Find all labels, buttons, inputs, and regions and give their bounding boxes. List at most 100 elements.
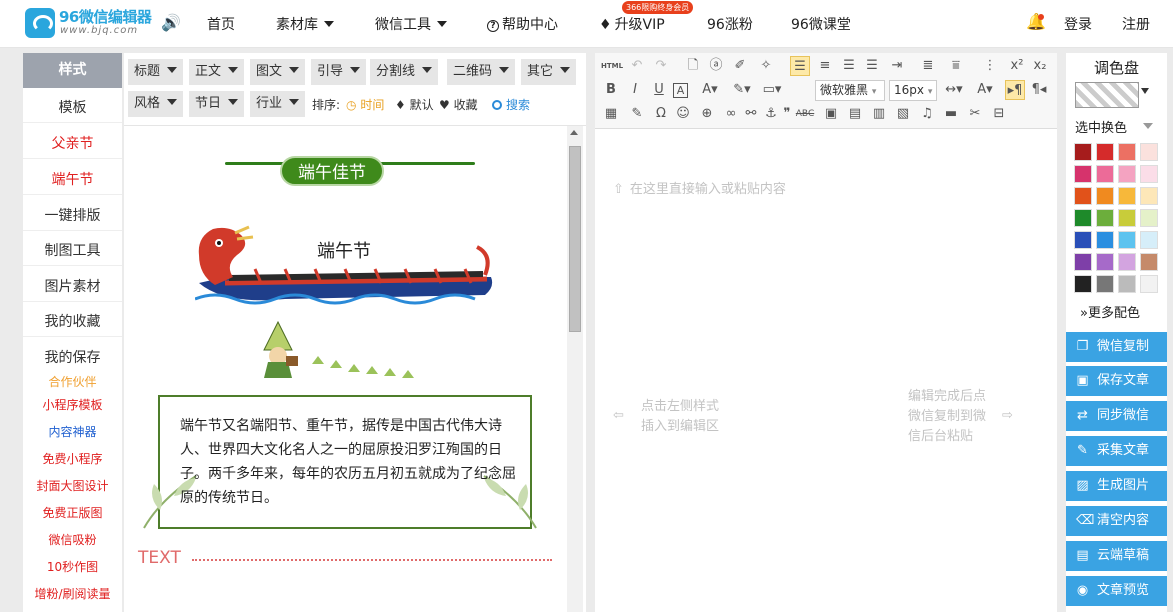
partner-link-cover-design[interactable]: 封面大图设计 [23,477,122,494]
align-center-icon[interactable]: ≡ [815,56,835,76]
filter-body[interactable]: 正文 [189,59,245,85]
color-swatch[interactable] [1118,209,1136,227]
partner-link-wechat-fans[interactable]: 微信吸粉 [23,531,122,548]
color-swatch[interactable] [1096,187,1114,205]
color-swatch[interactable] [1096,275,1114,293]
color-swatch[interactable] [1074,253,1092,271]
paragraph-spacing-icon[interactable]: ⩸ [946,56,966,76]
filter-other[interactable]: 其它 [521,59,577,85]
wechat-copy-button[interactable]: ❐ 微信复制 [1066,332,1167,362]
logo-title[interactable]: 96微信编辑器 [59,6,152,27]
table-icon[interactable]: ▦ [601,104,621,124]
sidebar-item-fathers-day[interactable]: 父亲节 [23,133,122,153]
sort-by-favorites[interactable]: ♥ 收藏 [439,96,478,113]
ltr-direction-icon[interactable]: ▸¶ [1005,80,1025,100]
nav-home[interactable]: 首页 [207,14,235,34]
list-icon[interactable]: ⋮ [980,56,1000,76]
italic-icon[interactable]: I [625,80,645,100]
festival-heading[interactable]: 端午佳节 [280,156,384,186]
indent-icon[interactable]: ⇥ [887,56,907,76]
color-swatch[interactable] [1074,231,1092,249]
chevron-down-icon[interactable] [1141,88,1149,94]
more-colors-link[interactable]: »更多配色 [1080,302,1140,321]
bold-icon[interactable]: B [601,80,621,100]
text-case-icon[interactable]: A▾ [975,80,995,100]
font-size-select[interactable]: 16px ▾ [889,80,937,101]
sync-wechat-button[interactable]: ⇄ 同步微信 [1066,401,1167,431]
color-swatch[interactable] [1074,165,1092,183]
redo-icon[interactable]: ↷ [651,56,671,76]
line-height-icon[interactable]: ≣ [918,56,938,76]
color-swatch[interactable] [1074,187,1092,205]
sort-by-default[interactable]: ♦ 默认 [395,96,434,113]
color-swatch[interactable] [1096,231,1114,249]
search-replace-icon[interactable]: ⊕ [697,104,717,124]
align-left-icon[interactable]: ☰ [790,56,810,76]
template-icon[interactable]: ⊟ [989,104,1009,124]
color-swatch[interactable] [1096,165,1114,183]
format-paragraph-icon[interactable]: ▭▾ [762,80,782,100]
color-swatch[interactable] [1140,231,1158,249]
article-preview-button[interactable]: ◉ 文章预览 [1066,576,1167,606]
search-button[interactable]: 搜索 [492,96,530,113]
filter-qrcode[interactable]: 二维码 [447,59,516,85]
image-right-icon[interactable]: ▧ [893,104,913,124]
strikethrough-icon[interactable]: ABC [795,104,815,124]
rtl-direction-icon[interactable]: ¶◂ [1029,80,1049,100]
nav-fans[interactable]: 96涨粉 [707,14,753,34]
new-doc-icon[interactable]: 🗋 [683,56,703,76]
color-swatch[interactable] [1096,143,1114,161]
color-swatch[interactable] [1074,143,1092,161]
filter-style[interactable]: 风格 [128,91,184,117]
superscript-icon[interactable]: x² [1007,56,1027,76]
image-left-icon[interactable]: ▤ [845,104,865,124]
speaker-icon[interactable]: 🔊 [161,13,181,32]
edit-icon[interactable]: ✎ [627,104,647,124]
emoji-icon[interactable]: ☺ [673,104,693,124]
clear-content-button[interactable]: ⌫ 清空内容 [1066,506,1167,536]
nav-class[interactable]: 96微课堂 [791,14,851,34]
nav-wechat-tools[interactable]: 微信工具 [375,14,447,34]
color-swatch[interactable] [1118,275,1136,293]
color-swatch[interactable] [1118,165,1136,183]
cloud-drafts-button[interactable]: ▤ 云端草稿 [1066,541,1167,571]
nav-material[interactable]: 素材库 [276,14,334,34]
font-family-select[interactable]: 微软雅黑 ▾ [815,80,885,101]
color-swatch[interactable] [1140,165,1158,183]
background-color-icon[interactable]: ✎▾ [732,80,752,100]
filter-image-text[interactable]: 图文 [250,59,306,85]
sort-by-time[interactable]: ◷ 时间 [346,96,384,113]
generate-image-button[interactable]: ▨ 生成图片 [1066,471,1167,501]
color-swatch[interactable] [1140,275,1158,293]
filter-title[interactable]: 标题 [128,59,184,85]
quote-icon[interactable]: ❞ [777,104,797,124]
color-swatch[interactable] [1118,231,1136,249]
filter-industry[interactable]: 行业 [250,91,306,117]
sidebar-item-favorites[interactable]: 我的收藏 [23,311,122,331]
partner-link-miniprogram-templates[interactable]: 小程序模板 [23,396,122,413]
sidebar-item-my-saved[interactable]: 我的保存 [23,347,122,367]
sidebar-item-image-materials[interactable]: 图片素材 [23,276,122,296]
partner-link-free-images[interactable]: 免费正版图 [23,504,122,521]
partner-link-quick-drawing[interactable]: 10秒作图 [23,558,122,575]
editor-area[interactable] [595,53,1057,612]
filter-divider[interactable]: 分割线 [370,59,439,85]
color-swatch[interactable] [1118,187,1136,205]
zongzi-mascot-illustration[interactable] [262,316,432,382]
color-swatch[interactable] [1074,275,1092,293]
magic-wand-icon[interactable]: ✧ [756,56,776,76]
color-swatch[interactable] [1140,209,1158,227]
format-match-icon[interactable]: ⓐ [706,56,726,76]
color-swatch[interactable] [1140,187,1158,205]
align-right-icon[interactable]: ☰ [839,56,859,76]
align-justify-icon[interactable]: ☰ [862,56,882,76]
filter-festival[interactable]: 节日 [189,91,245,117]
music-icon[interactable]: ♫ [917,104,937,124]
login-link[interactable]: 登录 [1064,14,1092,34]
color-swatch[interactable] [1140,253,1158,271]
unlink-icon[interactable]: ⚯ [741,104,761,124]
partner-link-free-miniprogram[interactable]: 免费小程序 [23,450,122,467]
image-icon[interactable]: ▣ [821,104,841,124]
scrollbar-thumb[interactable] [569,146,581,332]
video-icon[interactable]: ▬ [941,104,961,124]
